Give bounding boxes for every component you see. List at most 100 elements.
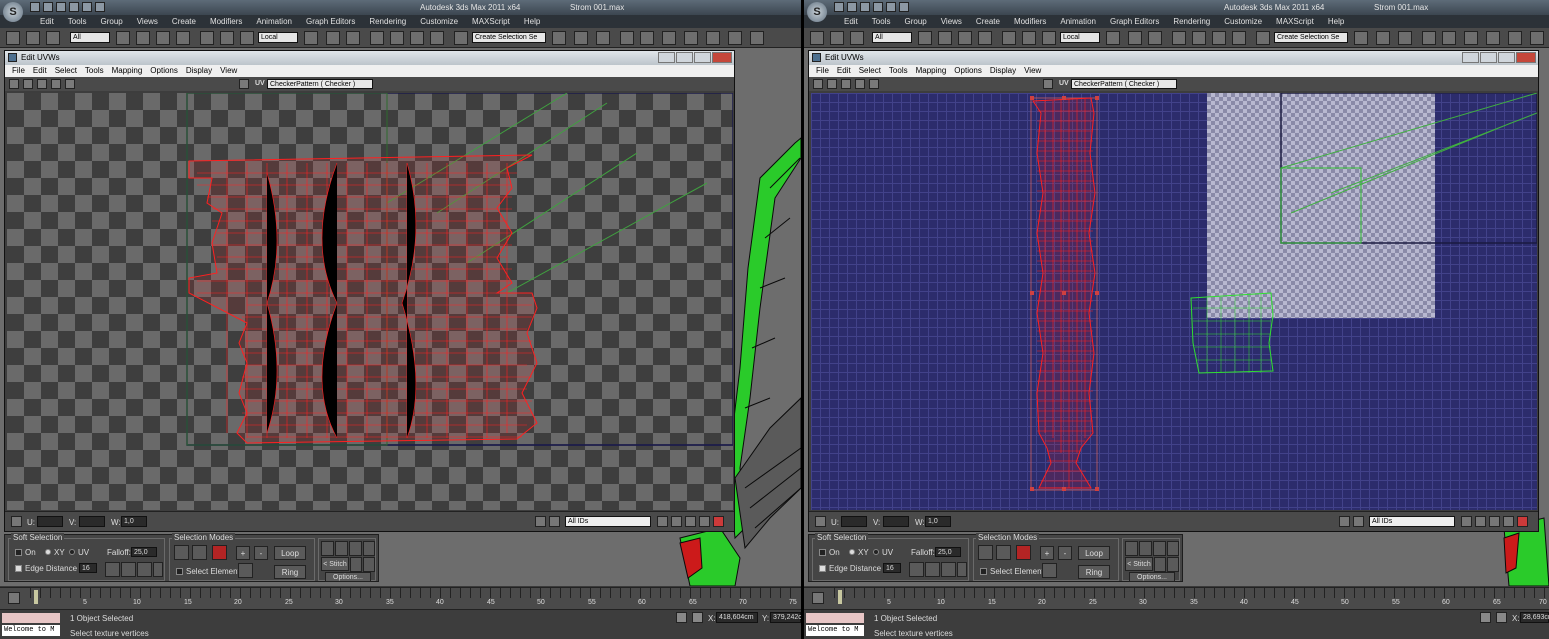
window-crossing-icon[interactable] <box>176 31 190 45</box>
xy-radio[interactable] <box>849 549 855 555</box>
face-mode-icon[interactable] <box>1016 545 1031 560</box>
filter-selected-icon[interactable] <box>535 516 546 527</box>
rotate-cw-icon[interactable] <box>1139 541 1152 556</box>
select-manipulate-icon[interactable] <box>1128 31 1142 45</box>
move-icon[interactable] <box>813 79 823 89</box>
move-icon[interactable] <box>1002 31 1016 45</box>
align-h-icon[interactable] <box>1154 557 1166 572</box>
unlink-icon[interactable] <box>830 31 844 45</box>
link-icon[interactable] <box>810 31 824 45</box>
uv-menu-select[interactable]: Select <box>856 65 886 77</box>
pan-icon[interactable] <box>657 516 668 527</box>
layer-manager-icon[interactable] <box>596 31 610 45</box>
rotate-icon[interactable] <box>23 79 33 89</box>
time-slider[interactable]: 5 10 15 20 25 30 35 40 45 50 55 60 65 70 <box>804 587 1549 609</box>
menu-create[interactable]: Create <box>970 15 1008 28</box>
scale-icon[interactable] <box>37 79 47 89</box>
time-slider-thumb[interactable] <box>34 590 38 604</box>
shrink-button[interactable]: - <box>254 546 268 560</box>
texture-map-dropdown[interactable]: CheckerPattern ( Checker ) <box>1071 79 1177 89</box>
bind-icon[interactable] <box>850 31 864 45</box>
loop-button[interactable]: Loop <box>274 546 306 560</box>
minimize-icon[interactable] <box>1480 52 1497 63</box>
close-icon[interactable] <box>712 52 732 63</box>
graphite-icon[interactable] <box>1422 31 1436 45</box>
schematic-icon[interactable] <box>662 31 676 45</box>
falloff-spinner[interactable]: 25,0 <box>131 547 157 557</box>
falloff-smooth-icon[interactable] <box>909 562 924 577</box>
options-button[interactable]: Options... <box>325 572 371 582</box>
lock-selection-icon[interactable] <box>1480 612 1491 623</box>
mirror-icon[interactable] <box>552 31 566 45</box>
falloff-fast-icon[interactable] <box>153 562 163 577</box>
open-icon[interactable] <box>43 2 53 12</box>
move-icon[interactable] <box>9 79 19 89</box>
lock-icon[interactable] <box>815 516 826 527</box>
restore-icon[interactable] <box>1462 52 1479 63</box>
ring-button[interactable]: Ring <box>1078 565 1110 579</box>
unlink-icon[interactable] <box>26 31 40 45</box>
loop-button[interactable]: Loop <box>1078 546 1110 560</box>
absolute-mode-icon[interactable] <box>692 612 703 623</box>
menu-animation[interactable]: Animation <box>250 15 300 28</box>
menu-tools[interactable]: Tools <box>62 15 95 28</box>
zoom-region-icon[interactable] <box>685 516 696 527</box>
zoom-icon[interactable] <box>1475 516 1486 527</box>
edge-distance-spinner[interactable]: 16 <box>883 563 901 573</box>
schematic-icon[interactable] <box>1464 31 1478 45</box>
paint-select-icon[interactable] <box>238 563 253 578</box>
bind-icon[interactable] <box>46 31 60 45</box>
menu-edit[interactable]: Edit <box>34 15 62 28</box>
uv-menu-display[interactable]: Display <box>987 65 1021 77</box>
uv-canvas[interactable] <box>7 93 733 510</box>
falloff-slow-icon[interactable] <box>941 562 956 577</box>
app-logo-icon[interactable]: S <box>3 2 23 22</box>
menu-rendering[interactable]: Rendering <box>1167 15 1218 28</box>
absolute-mode-icon[interactable] <box>1496 612 1507 623</box>
timeline-toggle-icon[interactable] <box>8 592 20 604</box>
menu-graph-editors[interactable]: Graph Editors <box>1104 15 1167 28</box>
falloff-smooth-icon[interactable] <box>105 562 120 577</box>
paint-select-icon[interactable] <box>549 516 560 527</box>
rotate-icon[interactable] <box>220 31 234 45</box>
uv-menu-options[interactable]: Options <box>147 65 183 77</box>
menu-edit[interactable]: Edit <box>838 15 866 28</box>
angle-snap-icon[interactable] <box>1192 31 1206 45</box>
scale-icon[interactable] <box>1042 31 1056 45</box>
edge-distance-spinner[interactable]: 16 <box>79 563 97 573</box>
stitch-button[interactable]: < Stitch > <box>321 557 349 581</box>
named-selection-dropdown[interactable]: Create Selection Se <box>1274 32 1348 43</box>
align-v-icon[interactable] <box>1167 557 1179 572</box>
material-editor-icon[interactable] <box>1486 31 1500 45</box>
align-icon[interactable] <box>574 31 588 45</box>
menu-group[interactable]: Group <box>94 15 130 28</box>
close-icon[interactable] <box>1516 52 1536 63</box>
soft-on-checkbox[interactable] <box>819 549 826 556</box>
redo-icon[interactable] <box>886 2 896 12</box>
edit-named-sel-icon[interactable] <box>1256 31 1270 45</box>
curve-editor-icon[interactable] <box>640 31 654 45</box>
mirror-h-icon[interactable] <box>349 541 362 556</box>
angle-snap-icon[interactable] <box>390 31 404 45</box>
save-icon[interactable] <box>860 2 870 12</box>
maximize-icon[interactable] <box>694 52 711 63</box>
uv-menu-file[interactable]: File <box>9 65 30 77</box>
menu-create[interactable]: Create <box>166 15 204 28</box>
rotate-ccw-icon[interactable] <box>1125 541 1138 556</box>
selection-filter-dropdown[interactable]: All <box>872 32 912 43</box>
menu-tools[interactable]: Tools <box>866 15 899 28</box>
texture-icon[interactable] <box>1043 79 1053 89</box>
zoom-extents-icon[interactable] <box>699 516 710 527</box>
edge-distance-checkbox[interactable] <box>819 565 826 572</box>
xy-radio[interactable] <box>45 549 51 555</box>
texture-map-dropdown[interactable]: CheckerPattern ( Checker ) <box>267 79 373 89</box>
snap-icon[interactable] <box>1517 516 1528 527</box>
paint-select-icon[interactable] <box>1353 516 1364 527</box>
pan-icon[interactable] <box>1461 516 1472 527</box>
layer-manager-icon[interactable] <box>1398 31 1412 45</box>
uv-menu-edit[interactable]: Edit <box>834 65 856 77</box>
stitch-button[interactable]: < Stitch > <box>1125 557 1153 581</box>
v-spinner[interactable] <box>883 516 909 527</box>
spinner-snap-icon[interactable] <box>1232 31 1246 45</box>
project-icon[interactable] <box>95 2 105 12</box>
